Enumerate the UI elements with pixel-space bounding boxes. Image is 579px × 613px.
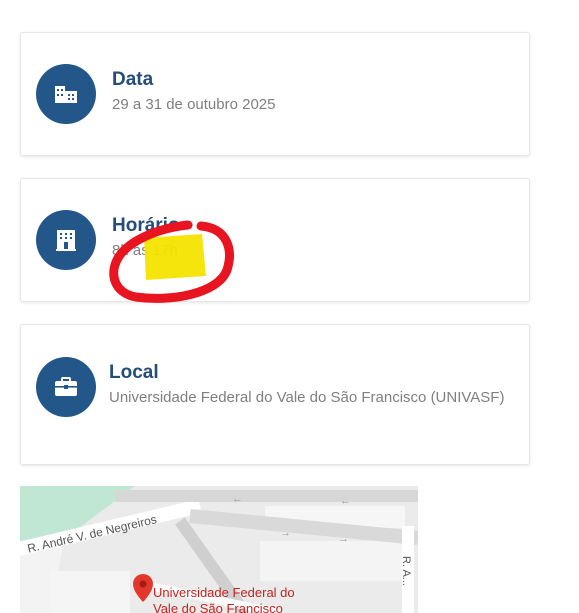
briefcase-icon-badge bbox=[36, 357, 96, 417]
annotation-highlight bbox=[144, 234, 206, 280]
date-card: Data 29 a 31 de outubro 2025 bbox=[20, 32, 530, 156]
street-label-vertical: R. A... bbox=[400, 556, 412, 586]
schedule-card: Horário 8h às 17h bbox=[20, 178, 530, 303]
svg-text:→: → bbox=[338, 533, 349, 545]
svg-text:→: → bbox=[280, 527, 291, 539]
hotel-icon-badge bbox=[36, 210, 96, 270]
map-view[interactable]: ← ← → → R. André V. de Negreiros R. A...… bbox=[20, 486, 418, 613]
location-title: Local bbox=[109, 362, 159, 383]
annotation-overlay bbox=[109, 220, 234, 303]
location-card: Local Universidade Federal do Vale do Sã… bbox=[20, 324, 530, 465]
location-text: Universidade Federal do Vale do São Fran… bbox=[109, 389, 505, 406]
building-icon bbox=[55, 86, 77, 103]
date-title: Data bbox=[112, 69, 154, 90]
svg-text:←: ← bbox=[340, 495, 351, 507]
briefcase-icon bbox=[55, 377, 77, 396]
date-text: 29 a 31 de outubro 2025 bbox=[112, 96, 276, 113]
map-poi-label[interactable]: Universidade Federal do Vale do São Fran… bbox=[153, 585, 323, 613]
building-icon-badge bbox=[36, 64, 96, 124]
hotel-icon bbox=[56, 230, 76, 251]
svg-text:←: ← bbox=[232, 493, 243, 505]
